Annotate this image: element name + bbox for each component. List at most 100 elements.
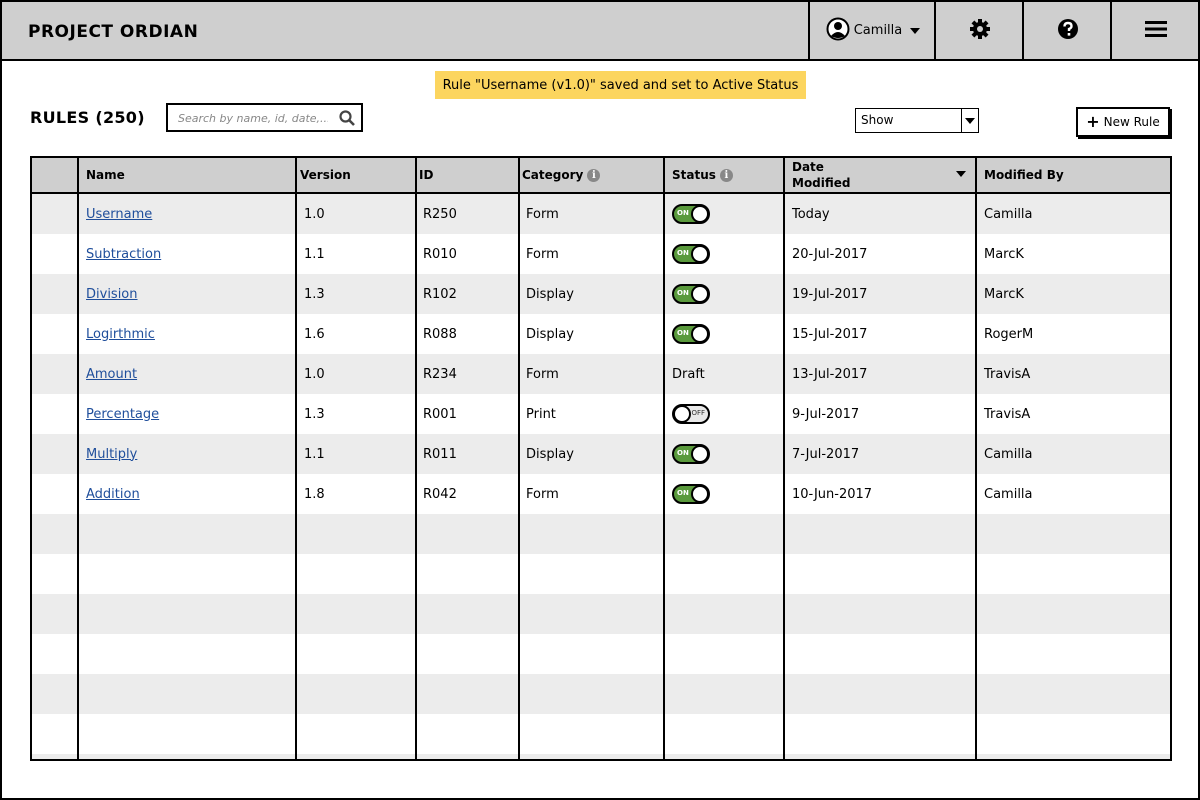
status-toggle[interactable]: ON bbox=[672, 244, 710, 264]
user-menu[interactable]: Camilla bbox=[808, 2, 936, 59]
table-cell: 1.1 bbox=[304, 434, 325, 474]
table-cell: Form bbox=[526, 234, 559, 274]
table-cell: 1.8 bbox=[304, 474, 325, 514]
table-cell: Percentage bbox=[86, 394, 159, 434]
rule-id: R250 bbox=[423, 206, 457, 222]
rule-name-link[interactable]: Amount bbox=[86, 367, 137, 382]
rule-category: Display bbox=[526, 286, 574, 302]
table-cell: 20-Jul-2017 bbox=[792, 234, 867, 274]
column-header-category[interactable]: Category i bbox=[522, 158, 601, 192]
toggle-knob bbox=[691, 325, 709, 343]
table-row[interactable]: Logirthmic 1.6 R088 Display ON 15-Jul-2017 Rog… bbox=[32, 314, 1170, 354]
table-row[interactable]: Subtraction 1.1 R010 Form ON 20-Jul-2017 MarcK bbox=[32, 234, 1170, 274]
status-toggle[interactable]: ON bbox=[672, 284, 710, 304]
column-header-category-label: Category bbox=[522, 168, 584, 182]
table-row[interactable]: Multiply 1.1 R011 Display ON 7-Jul-2017 Camill… bbox=[32, 434, 1170, 474]
column-header-status[interactable]: Status i bbox=[672, 158, 733, 192]
rule-version: 1.0 bbox=[304, 366, 325, 382]
table-cell: ON bbox=[672, 474, 710, 514]
search-icon[interactable] bbox=[339, 110, 355, 130]
column-header-modified-by[interactable]: Modified By bbox=[984, 158, 1064, 192]
sort-descending-icon[interactable] bbox=[956, 171, 966, 177]
column-divider bbox=[295, 158, 297, 759]
table-cell: 1.0 bbox=[304, 194, 325, 234]
table-cell: 15-Jul-2017 bbox=[792, 314, 867, 354]
rule-name-link[interactable]: Subtraction bbox=[86, 247, 161, 262]
toggle-label: ON bbox=[677, 249, 689, 257]
table-cell: Multiply bbox=[86, 434, 137, 474]
show-filter-value: Show bbox=[861, 113, 894, 127]
table-cell: Display bbox=[526, 274, 574, 314]
table-cell: MarcK bbox=[984, 234, 1024, 274]
status-toggle[interactable]: ON bbox=[672, 444, 710, 464]
rule-modified-by: TravisA bbox=[984, 406, 1031, 422]
column-header-name[interactable]: Name bbox=[86, 158, 125, 192]
rule-name-link[interactable]: Username bbox=[86, 207, 152, 222]
table-cell: Form bbox=[526, 474, 559, 514]
column-header-version[interactable]: Version bbox=[300, 158, 351, 192]
toggle-label: ON bbox=[677, 209, 689, 217]
status-toggle[interactable]: OFF bbox=[672, 404, 710, 424]
table-cell: Form bbox=[526, 194, 559, 234]
table-cell: ON bbox=[672, 434, 710, 474]
toggle-label: ON bbox=[677, 449, 689, 457]
search-input[interactable] bbox=[178, 109, 328, 127]
toggle-knob bbox=[691, 445, 709, 463]
hamburger-menu-icon bbox=[1145, 20, 1167, 42]
settings-button[interactable] bbox=[934, 2, 1024, 59]
rule-name-link[interactable]: Multiply bbox=[86, 447, 137, 462]
table-row bbox=[32, 754, 1170, 759]
column-header-id[interactable]: ID bbox=[419, 158, 433, 192]
table-cell: Logirthmic bbox=[86, 314, 155, 354]
user-circle-icon bbox=[826, 17, 850, 45]
table-cell: MarcK bbox=[984, 274, 1024, 314]
rule-name-link[interactable]: Addition bbox=[86, 487, 140, 502]
rule-modified-by: RogerM bbox=[984, 326, 1034, 342]
table-row[interactable]: Addition 1.8 R042 Form ON 10-Jun-2017 Camilla bbox=[32, 474, 1170, 514]
status-text: Draft bbox=[672, 366, 705, 382]
gear-icon bbox=[969, 18, 991, 44]
dropdown-arrow-icon[interactable] bbox=[961, 109, 978, 132]
rule-category: Form bbox=[526, 366, 559, 382]
table-row[interactable]: Division 1.3 R102 Display ON 19-Jul-2017 MarcK bbox=[32, 274, 1170, 314]
rule-category: Form bbox=[526, 246, 559, 262]
column-header-date-modified[interactable]: Date Modified bbox=[792, 158, 974, 192]
rule-name-link[interactable]: Division bbox=[86, 287, 138, 302]
status-toggle[interactable]: ON bbox=[672, 324, 710, 344]
table-row[interactable]: Username 1.0 R250 Form ON Today Camilla bbox=[32, 194, 1170, 234]
status-toggle[interactable]: ON bbox=[672, 204, 710, 224]
rule-name-link[interactable]: Percentage bbox=[86, 407, 159, 422]
help-button[interactable] bbox=[1022, 2, 1112, 59]
column-divider bbox=[975, 158, 977, 759]
table-cell: Camilla bbox=[984, 434, 1033, 474]
status-toggle[interactable]: ON bbox=[672, 484, 710, 504]
search-box[interactable] bbox=[166, 103, 363, 132]
table-cell: RogerM bbox=[984, 314, 1033, 354]
table-row bbox=[32, 514, 1170, 554]
info-icon[interactable]: i bbox=[719, 168, 733, 182]
table-cell: Username bbox=[86, 194, 152, 234]
rule-name-link[interactable]: Logirthmic bbox=[86, 327, 155, 342]
show-filter-select[interactable]: Show bbox=[855, 108, 979, 133]
rule-id: R010 bbox=[423, 246, 457, 262]
app-window: PROJECT ORDIAN Camilla Rule "Username (v… bbox=[0, 0, 1200, 800]
column-header-date-line2: Modified bbox=[792, 176, 851, 190]
table-cell: R001 bbox=[423, 394, 457, 434]
plus-icon: + bbox=[1086, 112, 1100, 131]
top-bar: PROJECT ORDIAN Camilla bbox=[2, 2, 1198, 61]
new-rule-button[interactable]: + New Rule bbox=[1076, 107, 1170, 137]
table-row[interactable]: Percentage 1.3 R001 Print OFF 9-Jul-2017 Travi… bbox=[32, 394, 1170, 434]
rule-id: R042 bbox=[423, 486, 457, 502]
column-header-status-label: Status bbox=[672, 168, 716, 182]
new-rule-label: New Rule bbox=[1103, 115, 1160, 129]
table-cell: 1.1 bbox=[304, 234, 325, 274]
rule-date-modified: Today bbox=[792, 206, 830, 222]
table-cell: R042 bbox=[423, 474, 457, 514]
page-title: RULES (250) bbox=[30, 108, 145, 127]
column-header-date-line1: Date bbox=[792, 160, 824, 174]
menu-button[interactable] bbox=[1110, 2, 1200, 59]
rule-version: 1.3 bbox=[304, 286, 325, 302]
rule-id: R088 bbox=[423, 326, 457, 342]
info-icon[interactable]: i bbox=[587, 168, 601, 182]
table-row[interactable]: Amount 1.0 R234 Form Draft 13-Jul-2017 TravisA bbox=[32, 354, 1170, 394]
